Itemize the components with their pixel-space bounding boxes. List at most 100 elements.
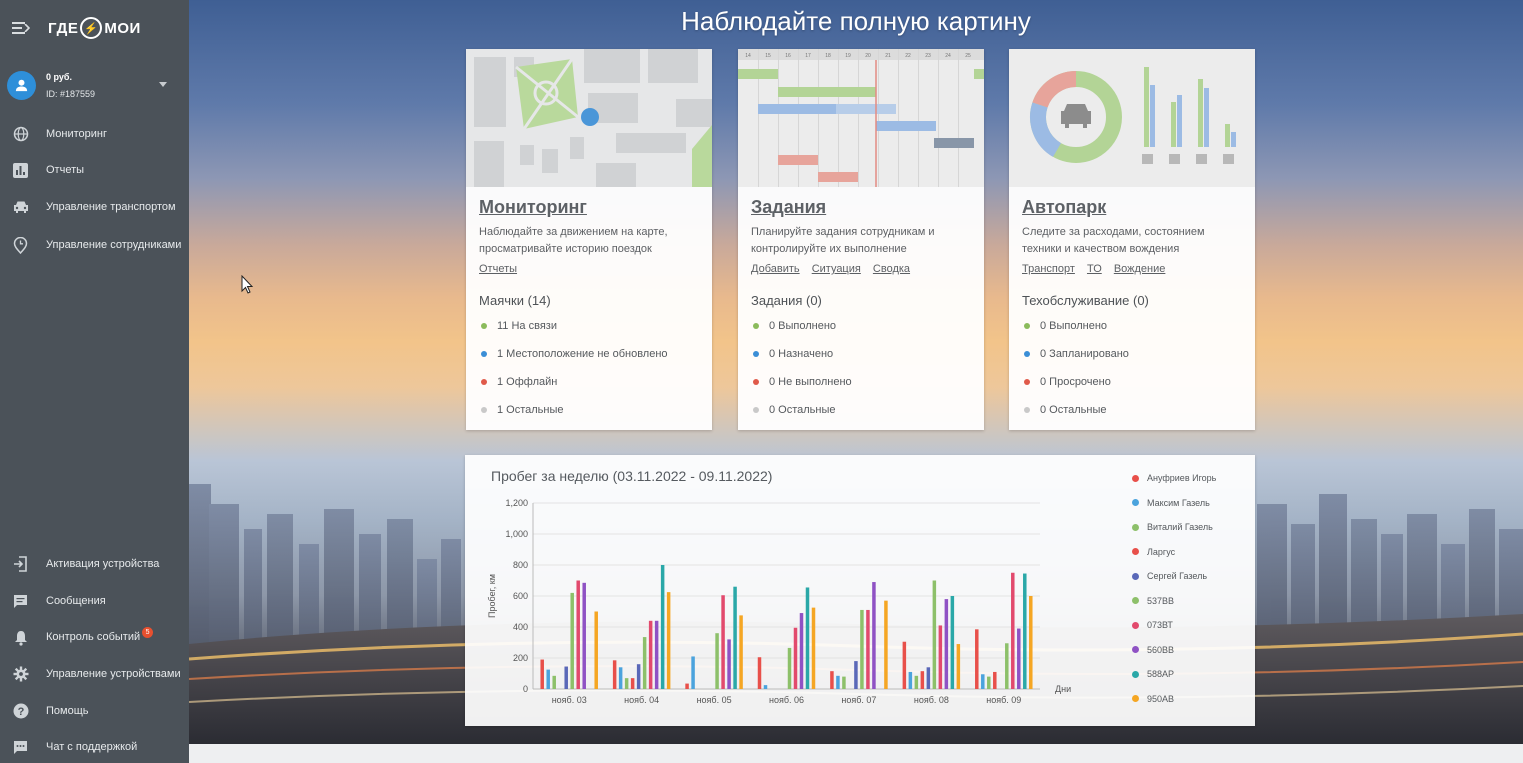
- sidebar-item-monitoring[interactable]: Мониторинг: [0, 116, 189, 152]
- stat-other[interactable]: 1 Остальные: [479, 396, 699, 424]
- chart-bar[interactable]: [993, 671, 997, 689]
- stat-assigned[interactable]: 0 Назначено: [751, 340, 971, 368]
- legend-item[interactable]: Сергей Газель: [1132, 564, 1216, 589]
- chart-bar[interactable]: [733, 586, 737, 689]
- chart-bar[interactable]: [1005, 643, 1009, 689]
- chart-bar[interactable]: [739, 615, 743, 689]
- sidebar-item-support-chat[interactable]: Чат с поддержкой: [0, 729, 189, 763]
- chevron-down-icon[interactable]: [159, 82, 167, 87]
- driving-link[interactable]: Вождение: [1114, 263, 1166, 275]
- chart-bar[interactable]: [975, 629, 979, 689]
- chart-bar[interactable]: [938, 625, 943, 689]
- chart-bar[interactable]: [956, 644, 961, 689]
- chart-bar[interactable]: [715, 633, 719, 689]
- user-panel[interactable]: 0 руб. ID: #187559: [0, 56, 189, 114]
- chart-bar[interactable]: [866, 609, 870, 689]
- chart-bar[interactable]: [594, 611, 598, 690]
- chart-bar[interactable]: [926, 667, 931, 689]
- reports-link[interactable]: Отчеты: [479, 263, 517, 275]
- chart-bar[interactable]: [757, 657, 762, 689]
- stat-overdue[interactable]: 0 Просрочено: [1022, 368, 1242, 396]
- stat-location-outdated[interactable]: 1 Местоположение не обновлено: [479, 340, 699, 368]
- chart-bar[interactable]: [1029, 596, 1033, 689]
- chart-bar[interactable]: [540, 659, 544, 689]
- sidebar-item-event-control[interactable]: Контроль событий 5: [0, 619, 189, 656]
- legend-item[interactable]: 073ВТ: [1132, 613, 1216, 638]
- chart-bar[interactable]: [920, 671, 925, 689]
- chart-bar[interactable]: [908, 671, 913, 689]
- legend-item[interactable]: Ануфриев Игорь: [1132, 466, 1216, 491]
- chart-bar[interactable]: [642, 637, 647, 689]
- chart-bar[interactable]: [564, 666, 568, 689]
- chart-bar[interactable]: [872, 582, 876, 689]
- chart-bar[interactable]: [902, 641, 907, 689]
- stat-online[interactable]: 11 На связи: [479, 312, 699, 340]
- chart-bar[interactable]: [799, 613, 804, 689]
- chart-bar[interactable]: [727, 639, 731, 689]
- chart-bar[interactable]: [793, 627, 798, 689]
- card-title-tasks-link[interactable]: Задания: [751, 197, 826, 218]
- sidebar-item-reports[interactable]: Отчеты: [0, 152, 189, 188]
- chart-bar[interactable]: [630, 678, 635, 689]
- stat-other[interactable]: 0 Остальные: [1022, 396, 1242, 424]
- chart-bar[interactable]: [612, 660, 617, 689]
- chart-bar[interactable]: [691, 656, 695, 689]
- stat-offline[interactable]: 1 Оффлайн: [479, 368, 699, 396]
- sidebar-item-device-activation[interactable]: Активация устройства: [0, 546, 189, 583]
- chart-bar[interactable]: [944, 599, 949, 689]
- chart-bar[interactable]: [884, 600, 888, 689]
- card-title-monitoring-link[interactable]: Мониторинг: [479, 197, 587, 218]
- chart-bar[interactable]: [836, 675, 840, 689]
- chart-bar[interactable]: [1011, 572, 1015, 689]
- chart-bar[interactable]: [860, 609, 864, 689]
- chart-bar[interactable]: [763, 685, 768, 689]
- summary-link[interactable]: Сводка: [873, 263, 910, 275]
- sidebar-item-device-management[interactable]: Управление устройствами: [0, 656, 189, 693]
- chart-bar[interactable]: [950, 596, 955, 689]
- chart-bar[interactable]: [654, 620, 659, 689]
- sidebar-item-employees[interactable]: Управление сотрудниками: [0, 226, 189, 264]
- chart-bar[interactable]: [636, 664, 641, 689]
- stat-other[interactable]: 0 Остальные: [751, 396, 971, 424]
- sidebar-item-help[interactable]: ? Помощь: [0, 693, 189, 730]
- legend-item[interactable]: 537ВВ: [1132, 589, 1216, 614]
- legend-item[interactable]: 950АВ: [1132, 687, 1216, 712]
- situation-link[interactable]: Ситуация: [812, 263, 861, 275]
- chart-bar[interactable]: [576, 580, 580, 690]
- chart-bar[interactable]: [787, 647, 792, 689]
- chart-bar[interactable]: [570, 592, 574, 689]
- menu-toggle-icon[interactable]: [12, 21, 30, 35]
- stat-completed[interactable]: 0 Выполнено: [1022, 312, 1242, 340]
- chart-bar[interactable]: [648, 620, 653, 689]
- chart-bar[interactable]: [618, 667, 623, 689]
- chart-bar[interactable]: [854, 661, 858, 689]
- transport-link[interactable]: Транспорт: [1022, 263, 1075, 275]
- chart-bar[interactable]: [685, 683, 689, 689]
- stat-not-completed[interactable]: 0 Не выполнено: [751, 368, 971, 396]
- chart-bar[interactable]: [981, 674, 985, 689]
- chart-bar[interactable]: [811, 607, 816, 689]
- chart-bar[interactable]: [932, 580, 937, 690]
- chart-bar[interactable]: [624, 678, 629, 689]
- legend-item[interactable]: Максим Газель: [1132, 491, 1216, 516]
- legend-item[interactable]: Ларгус: [1132, 540, 1216, 565]
- chart-bar[interactable]: [987, 676, 991, 689]
- chart-bar[interactable]: [552, 675, 556, 689]
- legend-item[interactable]: 588АР: [1132, 662, 1216, 687]
- card-title-fleet-link[interactable]: Автопарк: [1022, 197, 1106, 218]
- stat-planned[interactable]: 0 Запланировано: [1022, 340, 1242, 368]
- chart-bar[interactable]: [914, 675, 919, 689]
- add-task-link[interactable]: Добавить: [751, 263, 800, 275]
- legend-item[interactable]: Виталий Газель: [1132, 515, 1216, 540]
- chart-bar[interactable]: [660, 565, 665, 689]
- chart-bar[interactable]: [666, 592, 671, 689]
- chart-bar[interactable]: [1023, 573, 1027, 689]
- chart-bar[interactable]: [830, 671, 834, 689]
- sidebar-item-messages[interactable]: Сообщения: [0, 583, 189, 620]
- maintenance-link[interactable]: ТО: [1087, 263, 1102, 275]
- stat-completed[interactable]: 0 Выполнено: [751, 312, 971, 340]
- chart-bar[interactable]: [805, 587, 810, 689]
- sidebar-item-transport[interactable]: Управление транспортом: [0, 188, 189, 226]
- chart-bar[interactable]: [721, 595, 725, 689]
- chart-bar[interactable]: [1017, 628, 1021, 689]
